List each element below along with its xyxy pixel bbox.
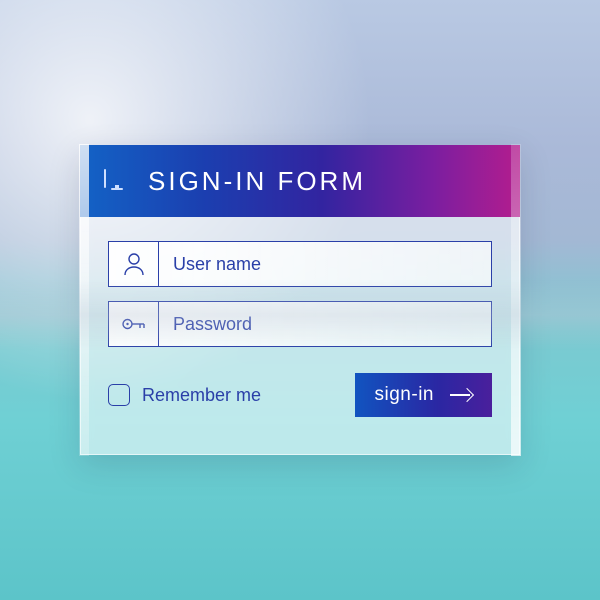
user-icon [109, 242, 159, 286]
remember-checkbox[interactable] [108, 384, 130, 406]
form-title: SIGN-IN FORM [148, 166, 366, 197]
signin-button[interactable]: sign-in [355, 373, 492, 417]
password-input[interactable] [159, 302, 491, 346]
signin-card: SIGN-IN FORM [80, 145, 520, 455]
bottom-row: Remember me sign-in [108, 373, 492, 417]
signin-button-label: sign-in [375, 384, 434, 406]
remember-label: Remember me [142, 385, 261, 406]
password-field [108, 301, 492, 347]
signin-header: SIGN-IN FORM [80, 145, 520, 217]
remember-me[interactable]: Remember me [108, 384, 261, 406]
username-input[interactable] [159, 242, 491, 286]
key-icon [109, 302, 159, 346]
monitor-icon [104, 170, 130, 192]
username-field [108, 241, 492, 287]
form-area: Remember me sign-in [80, 217, 520, 417]
arrow-right-icon [450, 389, 474, 401]
